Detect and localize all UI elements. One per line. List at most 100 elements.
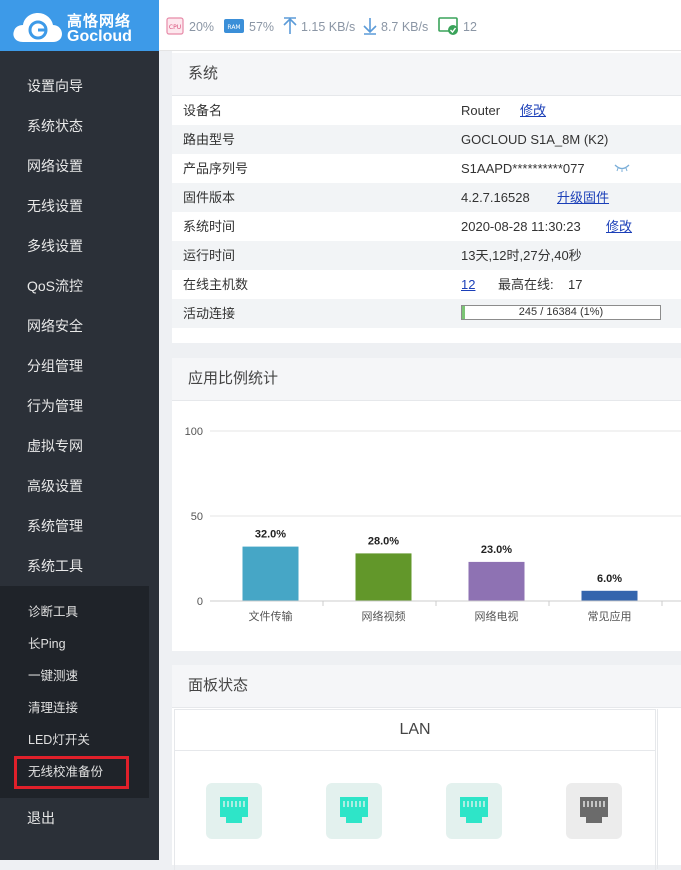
- ram-icon-label: RAM: [227, 24, 240, 31]
- download-speed: 8.7 KB/s: [381, 20, 429, 34]
- upload-speed: 1.15 KB/s: [301, 20, 356, 34]
- cpu-icon: CPU: [166, 17, 184, 35]
- edit-device-name-link[interactable]: 修改: [520, 96, 546, 125]
- row-device-name: 设备名 Router 修改: [172, 96, 681, 125]
- menu-setup-wizard[interactable]: 设置向导: [0, 66, 159, 106]
- progress-text: 245 / 16384 (1%): [518, 306, 604, 318]
- x-category-label: 网络视频: [362, 609, 406, 623]
- value-uptime: 13天,12时,27分,40秒: [461, 248, 582, 263]
- submenu-long-ping[interactable]: 长Ping: [14, 628, 144, 660]
- value-system-time: 2020-08-28 11:30:23: [461, 219, 581, 234]
- sidebar: 高恪网络 Gocloud 设置向导 系统状态 网络设置 无线设置 多线设置 Qo…: [0, 0, 159, 860]
- submenu-led-switch[interactable]: LED灯开关: [14, 724, 144, 756]
- row-active-connections: 活动连接 245 / 16384 (1%): [172, 299, 681, 328]
- row-online-hosts: 在线主机数 12 最高在线: 17: [172, 270, 681, 299]
- bar-value-label: 23.0%: [481, 544, 512, 556]
- online-hosts-count: 12: [463, 20, 477, 34]
- y-tick-label: 100: [185, 426, 203, 438]
- app-stats-chart: 0 50 100 32.0% 文件传输 28.0% 网络视频 23.0% 网络电视 6.0% 常见应…: [185, 426, 681, 623]
- value-device-name: Router: [461, 103, 501, 118]
- submenu-wireless-calibration-backup[interactable]: 无线校准备份: [14, 756, 129, 789]
- label-router-model: 路由型号: [183, 132, 236, 147]
- cloud-logo-icon: [13, 13, 62, 42]
- menu-logout[interactable]: 退出: [0, 798, 159, 838]
- label-online-hosts: 在线主机数: [183, 277, 249, 292]
- label-firmware: 固件版本: [183, 190, 236, 205]
- x-category-label: 文件传输: [249, 609, 293, 623]
- lan-port-2[interactable]: [326, 783, 382, 839]
- lan-label: LAN: [175, 710, 655, 751]
- app-stats-panel: 应用比例统计 0 50 100 32.0% 文件传输 28.0% 网络视频 23.0% 网络电视…: [172, 358, 681, 651]
- download-arrow-icon: [363, 18, 377, 35]
- menu-network-security[interactable]: 网络安全: [0, 306, 159, 346]
- menu-system-management[interactable]: 系统管理: [0, 506, 159, 546]
- lan-port-4[interactable]: [566, 783, 622, 839]
- menu-network-settings[interactable]: 网络设置: [0, 146, 159, 186]
- edit-system-time-link[interactable]: 修改: [606, 212, 632, 241]
- value-serial-number: S1AAPD**********077: [461, 161, 585, 176]
- label-serial-number: 产品序列号: [183, 161, 249, 176]
- bar: [581, 590, 638, 601]
- eye-toggle-icon[interactable]: [614, 164, 630, 172]
- panel-status: 面板状态 LAN: [172, 665, 681, 870]
- row-router-model: 路由型号 GOCLOUD S1A_8M (K2): [172, 125, 681, 154]
- lan-port-1[interactable]: [206, 783, 262, 839]
- menu-system-tools[interactable]: 系统工具: [0, 546, 159, 586]
- cpu-icon-label: CPU: [169, 24, 181, 31]
- submenu-diagnostic-tools[interactable]: 诊断工具: [14, 596, 144, 628]
- submenu-speed-test[interactable]: 一键测速: [14, 660, 144, 692]
- label-device-name: 设备名: [183, 103, 223, 118]
- logo-text-en: Gocloud: [67, 28, 132, 45]
- bar: [468, 561, 525, 601]
- value-firmware: 4.2.7.16528: [461, 190, 530, 205]
- label-active-connections: 活动连接: [183, 306, 236, 321]
- progress-fill: [462, 306, 465, 319]
- bar: [355, 553, 412, 601]
- logo[interactable]: 高恪网络 Gocloud: [0, 0, 159, 51]
- label-max-online: 最高在线:: [498, 277, 554, 292]
- bar-value-label: 28.0%: [368, 535, 399, 547]
- menu-vpn[interactable]: 虚拟专网: [0, 426, 159, 466]
- ram-usage: 57%: [249, 20, 275, 34]
- menu-advanced-settings[interactable]: 高级设置: [0, 466, 159, 506]
- upgrade-firmware-link[interactable]: 升级固件: [557, 183, 609, 212]
- lan-port-3[interactable]: [446, 783, 502, 839]
- wan-box: [657, 709, 681, 869]
- ethernet-port-icon: [580, 797, 608, 823]
- upload-arrow-icon: [283, 17, 297, 34]
- ethernet-port-icon: [460, 797, 488, 823]
- label-system-time: 系统时间: [183, 219, 236, 234]
- bar-value-label: 6.0%: [597, 573, 622, 585]
- ethernet-port-icon: [340, 797, 368, 823]
- panel-status-title: 面板状态: [172, 665, 681, 708]
- row-uptime: 运行时间 13天,12时,27分,40秒: [172, 241, 681, 270]
- menu-wireless-settings[interactable]: 无线设置: [0, 186, 159, 226]
- bar: [242, 546, 299, 601]
- submenu-clear-connections[interactable]: 清理连接: [14, 692, 144, 724]
- x-category-label: 常见应用: [588, 609, 632, 623]
- app-stats-title: 应用比例统计: [172, 358, 681, 401]
- top-status-bar: CPU 20% RAM 57% 1.15 KB/s 8.7 KB/s 12: [159, 0, 681, 51]
- bar-value-label: 32.0%: [255, 529, 286, 541]
- active-connections-progress: 245 / 16384 (1%): [461, 305, 661, 320]
- online-hosts-icon: [438, 17, 458, 35]
- row-serial-number: 产品序列号 S1AAPD**********077: [172, 154, 681, 183]
- menu-multiline-settings[interactable]: 多线设置: [0, 226, 159, 266]
- label-uptime: 运行时间: [183, 248, 236, 263]
- y-tick-label: 0: [197, 596, 203, 608]
- ram-icon: RAM: [224, 19, 244, 33]
- menu-behavior-management[interactable]: 行为管理: [0, 386, 159, 426]
- ethernet-port-icon: [220, 797, 248, 823]
- value-router-model: GOCLOUD S1A_8M (K2): [461, 132, 609, 147]
- x-category-label: 网络电视: [475, 609, 519, 623]
- menu-qos[interactable]: QoS流控: [0, 266, 159, 306]
- row-firmware: 固件版本 4.2.7.16528 升级固件: [172, 183, 681, 212]
- value-max-online: 17: [568, 277, 583, 292]
- system-panel-title: 系统: [172, 53, 681, 96]
- system-panel: 系统 设备名 Router 修改 路由型号 GOCLOUD S1A_8M (K2…: [172, 51, 681, 343]
- menu-system-status[interactable]: 系统状态: [0, 106, 159, 146]
- system-tools-submenu: 诊断工具 长Ping 一键测速 清理连接 LED灯开关 无线校准备份: [0, 586, 149, 798]
- menu-group-management[interactable]: 分组管理: [0, 346, 159, 386]
- row-system-time: 系统时间 2020-08-28 11:30:23 修改: [172, 212, 681, 241]
- online-hosts-link[interactable]: 12: [461, 270, 475, 299]
